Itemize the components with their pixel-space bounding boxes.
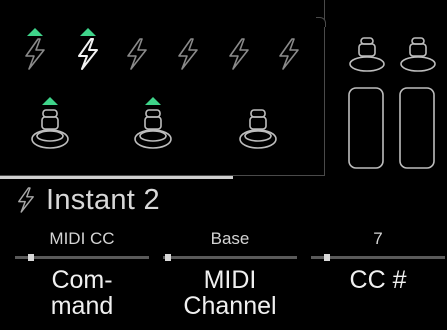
footswitch-1-active-indicator [42,97,58,105]
param-label-line2: Channel [183,292,277,320]
lightning-bolt-icon [78,38,98,70]
instant-1[interactable] [20,28,50,72]
footswitch-3[interactable] [236,97,280,155]
param-slider[interactable] [163,254,297,261]
param-slider[interactable] [15,254,149,261]
lightning-bolt-icon [25,38,45,70]
footswitch-icon [134,109,172,149]
expression-pedal-icon [348,37,385,169]
footswitch-2[interactable] [131,97,175,155]
instant-3[interactable] [122,28,152,72]
footswitch-icon [31,109,69,149]
param-label-line1: CC # [349,266,407,294]
lightning-bolt-icon [127,38,147,70]
footswitch-1[interactable] [28,97,72,155]
slider-knob[interactable] [324,254,330,261]
expression-pedal-2[interactable] [396,36,440,176]
param-label: CC # [311,267,445,293]
param-label-line1: MIDI [203,266,257,294]
param-label: Com- mand [15,267,149,319]
instant-title-row: Instant 2 [14,180,160,220]
slider-knob[interactable] [165,254,171,261]
expression-pedal-icon [399,37,436,169]
lightning-bolt-icon [18,187,34,213]
param-slider[interactable] [311,254,445,261]
panel-frame-corner [316,17,326,27]
instant-5[interactable] [224,28,254,72]
param-label-line2: mand [50,292,114,320]
lightning-bolt-icon [279,38,299,70]
lightning-bolt-icon [178,38,198,70]
param-value: Base [210,229,250,248]
controller-overview [0,0,447,182]
param-midi-channel[interactable]: Base MIDI Channel [163,228,297,319]
param-command[interactable]: MIDI CC Com- mand [15,228,149,319]
instant-2-active-indicator [80,28,96,36]
lightning-bolt-icon [229,38,249,70]
expression-pedal-1[interactable] [345,36,389,176]
page-title: Instant 2 [46,183,160,216]
instant-4[interactable] [173,28,203,72]
param-value: 7 [373,229,383,248]
instant-6[interactable] [274,28,304,72]
param-label: MIDI Channel [163,267,297,319]
param-cc-number[interactable]: 7 CC # [311,228,445,293]
param-value: MIDI CC [49,229,115,248]
footswitch-2-active-indicator [145,97,161,105]
footswitch-icon [239,109,277,149]
section-underline [0,176,233,179]
instant-1-active-indicator [27,28,43,36]
instant-2[interactable] [73,28,103,72]
slider-knob[interactable] [28,254,34,261]
param-label-line1: Com- [51,266,113,294]
